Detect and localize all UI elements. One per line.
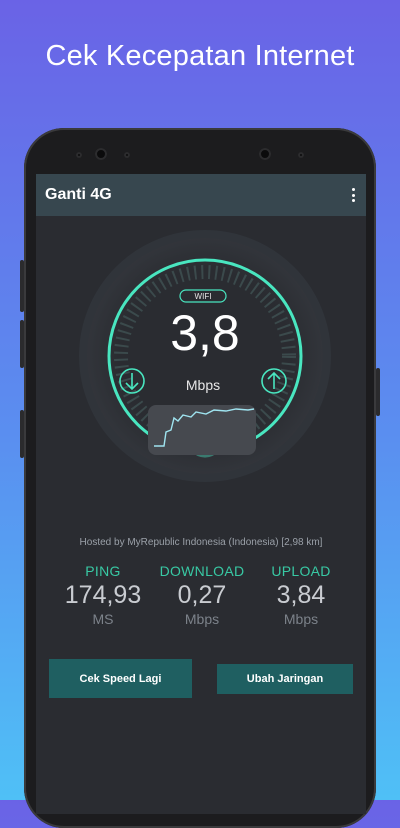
metric-ping: PING 174,93 MS [48, 563, 158, 627]
front-camera [95, 148, 107, 160]
current-speed-value: 3,8 [170, 305, 240, 361]
metric-value: 0,27 [177, 581, 227, 609]
phone-side-button [376, 368, 380, 416]
front-sensor [76, 152, 82, 158]
phone-side-button [20, 320, 24, 368]
front-sensor [298, 152, 304, 158]
metric-value: 174,93 [64, 581, 142, 609]
app-screen: Ganti 4G WIFI 3,8 Mbps Hosted by MyRepub… [36, 174, 366, 814]
metric-value: 3,84 [276, 581, 326, 609]
speed-gauge: WIFI 3,8 Mbps [79, 230, 331, 482]
front-sensor [124, 152, 130, 158]
current-speed-unit: Mbps [186, 377, 220, 393]
promo-headline: Cek Kecepatan Internet [45, 40, 355, 72]
change-network-button[interactable]: Ubah Jaringan [217, 664, 353, 694]
metric-download: DOWNLOAD 0,27 Mbps [147, 563, 257, 627]
retest-button[interactable]: Cek Speed Lagi [49, 659, 192, 698]
metric-unit: Mbps [283, 611, 319, 627]
metric-label: UPLOAD [271, 563, 331, 579]
server-info: Hosted by MyRepublic Indonesia (Indonesi… [79, 537, 323, 548]
metric-unit: MS [92, 611, 114, 627]
metric-label: PING [85, 563, 121, 579]
network-badge-label: WIFI [195, 292, 212, 301]
front-camera [259, 148, 271, 160]
metric-label: DOWNLOAD [159, 563, 245, 579]
phone-side-button [20, 260, 24, 312]
metric-unit: Mbps [184, 611, 220, 627]
metric-upload: UPLOAD 3,84 Mbps [246, 563, 356, 627]
phone-side-button [20, 410, 24, 458]
